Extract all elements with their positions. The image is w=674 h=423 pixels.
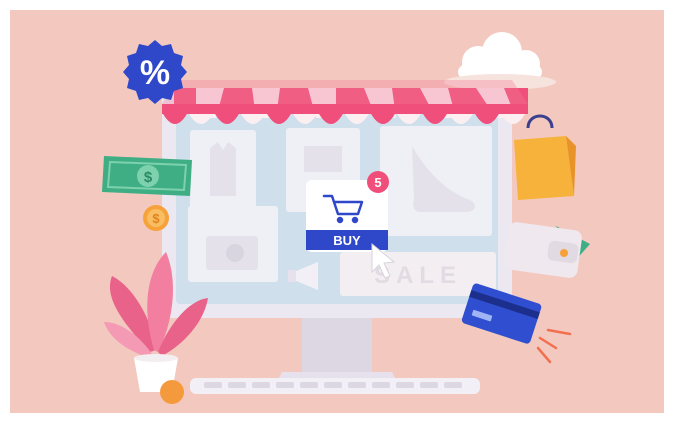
product-card-shoe [380,126,492,236]
discount-badge-text: % [140,54,170,92]
product-card-camera [188,206,278,282]
online-shopping-illustration: SALE % $ $ BUY 5 [10,10,664,413]
monitor-stand [302,318,372,372]
cart-count: 5 [374,175,381,190]
buy-label: BUY [333,233,361,248]
product-card-jacket [190,130,256,210]
cart-count-badge: 5 [367,171,389,193]
banknote-icon: $ [102,156,192,196]
orange-ball [160,380,184,404]
banknote-symbol: $ [144,169,153,186]
coin-symbol: $ [152,211,160,226]
coin-icon: $ [143,205,169,231]
